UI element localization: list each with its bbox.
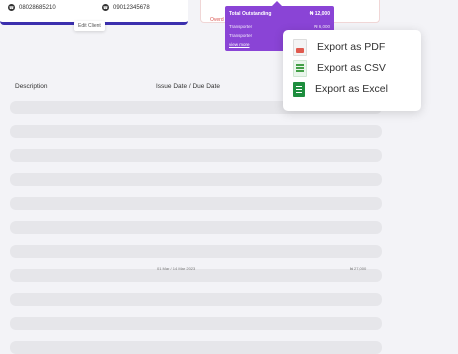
export-pdf-label: Export as PDF bbox=[317, 41, 386, 53]
export-dropdown-menu: Export as PDF Export as CSV Export as Ex… bbox=[283, 30, 421, 111]
column-header-description: Description bbox=[15, 83, 48, 90]
tooltip-row-label: Transporter bbox=[229, 33, 253, 38]
phone-number-1: 08028685210 bbox=[19, 4, 56, 11]
row-amount-fragment: ₦ 27,000 bbox=[350, 266, 367, 271]
tooltip-row: Transporter ₦ 6,000 bbox=[229, 24, 330, 29]
phone-number-2: 09012345678 bbox=[113, 4, 150, 11]
table-row-placeholder bbox=[10, 341, 382, 354]
export-excel-item[interactable]: Export as Excel bbox=[293, 81, 388, 97]
table-row-placeholder bbox=[10, 269, 382, 282]
table-row-placeholder bbox=[10, 293, 382, 306]
tooltip-total: ₦ 12,000 bbox=[309, 11, 330, 17]
csv-file-icon bbox=[293, 59, 307, 77]
pdf-file-icon bbox=[293, 38, 307, 56]
export-csv-label: Export as CSV bbox=[317, 62, 386, 74]
edit-client-button[interactable]: Edit Client bbox=[74, 21, 105, 31]
export-csv-item[interactable]: Export as CSV bbox=[293, 59, 386, 77]
table-row-placeholder bbox=[10, 317, 382, 330]
phone-icon: ☎ bbox=[8, 4, 15, 11]
excel-file-icon bbox=[293, 81, 305, 97]
overdue-label: Overd bbox=[210, 17, 224, 23]
table-row-placeholder bbox=[10, 221, 382, 234]
phone-icon: ☎ bbox=[102, 4, 109, 11]
tooltip-header: Total Outstanding ₦ 12,000 bbox=[229, 11, 330, 17]
row-date-fragment: 01 Mar / 14 Mar 2023 bbox=[157, 266, 196, 271]
tooltip-title: Total Outstanding bbox=[229, 11, 272, 17]
tooltip-row-value: ₦ 6,000 bbox=[314, 24, 330, 29]
phone-2: ☎ 09012345678 bbox=[102, 4, 150, 11]
table-row-placeholder bbox=[10, 125, 382, 138]
phone-1: ☎ 08028685210 bbox=[8, 4, 56, 11]
column-header-dates: Issue Date / Due Date bbox=[156, 83, 220, 90]
table-row-placeholder bbox=[10, 197, 382, 210]
export-pdf-item[interactable]: Export as PDF bbox=[293, 38, 386, 56]
table-row-placeholder bbox=[10, 173, 382, 186]
table-row-placeholder bbox=[10, 245, 382, 258]
table-row-placeholder bbox=[10, 149, 382, 162]
tooltip-row-label: Transporter bbox=[229, 24, 253, 29]
export-excel-label: Export as Excel bbox=[315, 83, 388, 95]
